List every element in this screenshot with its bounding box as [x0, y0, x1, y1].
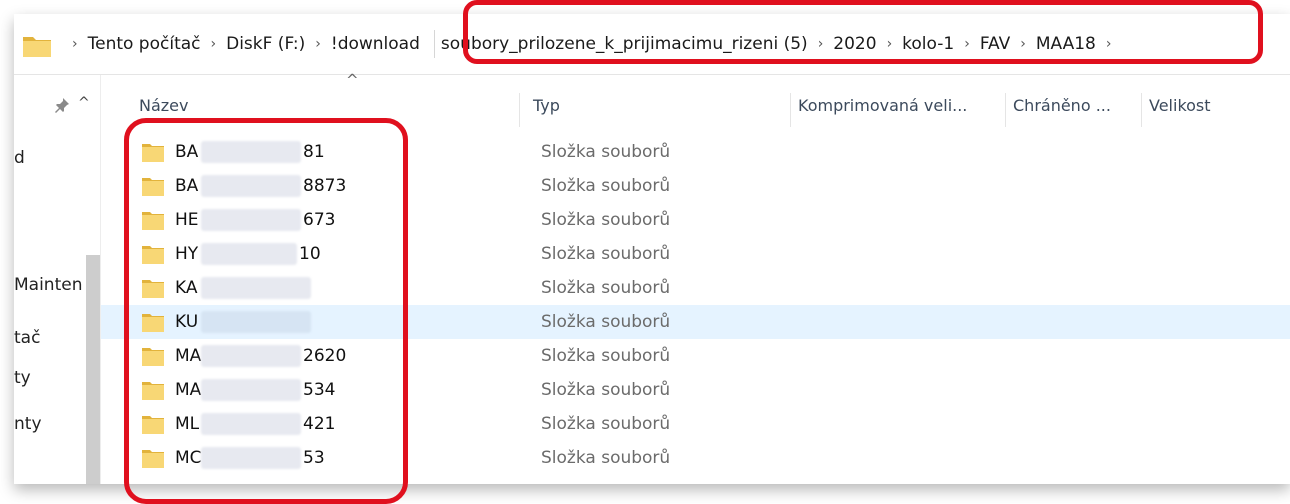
column-header-compressed-label: Komprimovaná veli...	[798, 95, 968, 115]
file-type: Složka souborů	[541, 312, 671, 332]
nav-item[interactable]: d	[14, 148, 25, 168]
file-type: Složka souborů	[541, 244, 671, 264]
annotation-highlight-breadcrumb	[463, 0, 1263, 64]
column-header-name-label: Název	[139, 95, 189, 115]
nav-item[interactable]: tač	[14, 328, 40, 348]
annotation-highlight-names	[124, 118, 408, 504]
breadcrumb-diskf[interactable]: DiskF (F:)	[226, 32, 305, 56]
column-header-size[interactable]: Velikost	[1141, 75, 1290, 135]
breadcrumb-divider	[420, 30, 435, 58]
file-type: Složka souborů	[541, 346, 671, 366]
file-type: Složka souborů	[541, 176, 671, 196]
column-header-protected[interactable]: Chráněno ...	[1005, 75, 1141, 135]
column-header-size-label: Velikost	[1149, 95, 1211, 115]
navigation-pane: ^ d Mainten tač ty nty	[14, 75, 100, 484]
folder-icon	[23, 37, 51, 57]
file-type: Složka souborů	[541, 142, 671, 162]
pin-icon[interactable]	[54, 97, 70, 113]
breadcrumb-this-pc[interactable]: Tento počítač	[88, 32, 201, 56]
file-type: Složka souborů	[541, 414, 671, 434]
nav-item[interactable]: Mainten	[14, 275, 82, 295]
chevron-right-icon[interactable]: ›	[315, 36, 321, 52]
column-header-compressed[interactable]: Komprimovaná veli...	[790, 75, 1004, 135]
file-type: Složka souborů	[541, 380, 671, 400]
column-header-protected-label: Chráněno ...	[1013, 95, 1111, 115]
breadcrumb-download[interactable]: !download	[331, 32, 420, 56]
file-type: Složka souborů	[541, 448, 671, 468]
nav-item[interactable]: nty	[14, 414, 42, 434]
chevron-right-icon[interactable]: ›	[211, 36, 217, 52]
file-type: Složka souborů	[541, 278, 671, 298]
column-header-type[interactable]: Typ	[525, 75, 790, 135]
column-header-type-label: Typ	[533, 95, 560, 115]
file-type: Složka souborů	[541, 210, 671, 230]
chevron-up-icon[interactable]: ^	[78, 95, 90, 111]
nav-scrollbar[interactable]	[86, 255, 100, 484]
column-divider[interactable]	[519, 93, 520, 127]
nav-item[interactable]: ty	[14, 368, 31, 388]
chevron-right-icon[interactable]: ›	[72, 36, 78, 52]
